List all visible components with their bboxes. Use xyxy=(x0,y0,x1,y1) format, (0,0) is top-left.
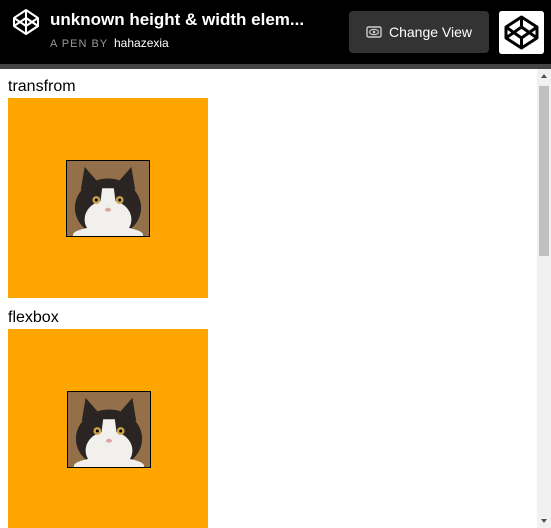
scroll-up-arrow-icon[interactable] xyxy=(537,69,551,83)
pen-header: unknown height & width elem... A PEN BY … xyxy=(0,0,551,64)
change-view-label: Change View xyxy=(388,24,473,40)
cat-image xyxy=(66,160,150,237)
eye-icon xyxy=(366,26,382,38)
section-label-transform: transfrom xyxy=(8,78,76,95)
change-view-button[interactable]: Change View xyxy=(349,11,489,53)
scroll-down-arrow-icon[interactable] xyxy=(537,514,551,528)
flexbox-container xyxy=(8,329,208,528)
pen-preview: transfrom flexbox xyxy=(0,69,537,528)
cat-image xyxy=(67,391,151,468)
pen-title[interactable]: unknown height & width elem... xyxy=(50,10,340,30)
avatar[interactable] xyxy=(499,11,544,54)
author-link[interactable]: hahazexia xyxy=(114,36,169,50)
transform-container xyxy=(8,98,208,298)
avatar-codepen-icon xyxy=(499,11,544,54)
scrollbar-thumb[interactable] xyxy=(539,86,549,256)
vertical-scrollbar[interactable] xyxy=(537,69,551,528)
by-label: A PEN BY xyxy=(50,38,108,50)
section-label-flexbox: flexbox xyxy=(8,309,59,326)
pen-byline: A PEN BY hahazexia xyxy=(50,36,169,50)
codepen-logo-icon[interactable] xyxy=(12,8,40,36)
